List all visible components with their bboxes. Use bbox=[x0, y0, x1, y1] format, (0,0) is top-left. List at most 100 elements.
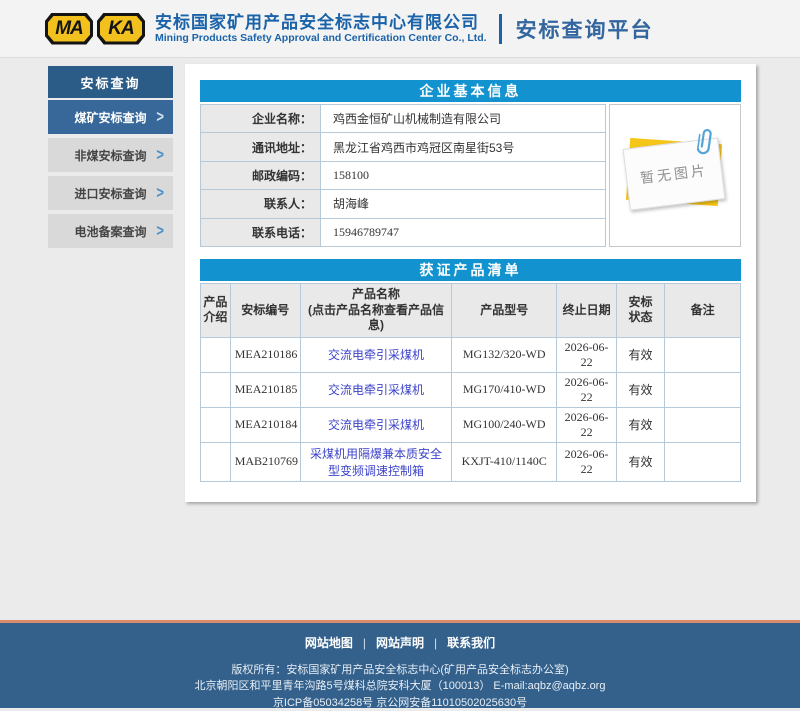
cell-name: 交流电牵引采煤机 bbox=[300, 407, 451, 442]
platform-title: 安标查询平台 bbox=[516, 14, 654, 44]
col-header-remark: 备注 bbox=[665, 284, 741, 338]
copyright-line1: 版权所有：安标国家矿用产品安全标志中心(矿用产品安全标志办公室) bbox=[0, 662, 800, 679]
product-name-link[interactable]: 采煤机用隔爆兼本质安全型变频调速控制箱 bbox=[310, 447, 442, 478]
table-row: 联系电话： 15946789747 bbox=[201, 218, 606, 246]
col-header-code: 安标编号 bbox=[230, 284, 300, 338]
col-header-line: 备注 bbox=[667, 303, 738, 319]
company-info-section-header: 企业基本信息 bbox=[200, 80, 741, 102]
company-photo-placeholder: 暂无图片 bbox=[609, 104, 741, 247]
cell-end-date: 2026-06-22 bbox=[557, 372, 616, 407]
cell-name: 采煤机用隔爆兼本质安全型变频调速控制箱 bbox=[300, 442, 451, 481]
contact-phone-value: 15946789747 bbox=[321, 218, 606, 246]
contact-person-value: 胡海峰 bbox=[321, 190, 606, 218]
sidebar-item-label: 电池备案查询 bbox=[74, 223, 146, 240]
logo-badge-ma-icon: MA bbox=[45, 13, 93, 45]
col-header-line: 产品型号 bbox=[454, 303, 554, 319]
products-section: 获证产品清单 产品 介绍 安标编号 产品名称 bbox=[200, 259, 741, 482]
cell-end-date: 2026-06-22 bbox=[557, 337, 616, 372]
col-header-line: 介绍 bbox=[203, 310, 228, 326]
table-row: MEA210186 交流电牵引采煤机 MG132/320-WD 2026-06-… bbox=[201, 337, 741, 372]
postal-code-value: 158100 bbox=[321, 161, 606, 189]
product-name-link[interactable]: 交流电牵引采煤机 bbox=[328, 348, 424, 362]
sidebar-item-battery-query[interactable]: 电池备案查询 > bbox=[48, 214, 173, 248]
org-name-cn: 安标国家矿用产品安全标志中心有限公司 bbox=[155, 13, 487, 33]
copyright-line3: 京ICP备05034258号 京公网安备11010502025630号 bbox=[0, 695, 800, 711]
table-row: 企业名称： 鸡西金恒矿山机械制造有限公司 bbox=[201, 105, 606, 133]
table-row: MAB210769 采煤机用隔爆兼本质安全型变频调速控制箱 KXJT-410/1… bbox=[201, 442, 741, 481]
table-row: 通讯地址： 黑龙江省鸡西市鸡冠区南星街53号 bbox=[201, 133, 606, 161]
main-panel: 企业基本信息 企业名称： 鸡西金恒矿山机械制造有限公司 通讯地址： 黑龙江省鸡西… bbox=[185, 64, 756, 502]
chevron-right-icon: > bbox=[156, 145, 164, 164]
cell-model: MG132/320-WD bbox=[452, 337, 557, 372]
product-name-link[interactable]: 交流电牵引采煤机 bbox=[328, 418, 424, 432]
col-header-model: 产品型号 bbox=[452, 284, 557, 338]
sidebar-item-coal-query[interactable]: 煤矿安标查询 > bbox=[48, 100, 173, 134]
company-address-label: 通讯地址： bbox=[201, 133, 321, 161]
sidebar-item-import-query[interactable]: 进口安标查询 > bbox=[48, 176, 173, 210]
company-info-table: 企业名称： 鸡西金恒矿山机械制造有限公司 通讯地址： 黑龙江省鸡西市鸡冠区南星街… bbox=[200, 104, 606, 247]
company-name-label: 企业名称： bbox=[201, 105, 321, 133]
org-name-en: Mining Products Safety Approval and Cert… bbox=[155, 32, 487, 44]
footer-link-contact[interactable]: 联系我们 bbox=[447, 636, 495, 650]
col-header-enddate: 终止日期 bbox=[557, 284, 616, 338]
no-image-card-stack: 暂无图片 bbox=[626, 141, 724, 207]
footer-link-sitemap[interactable]: 网站地图 bbox=[305, 636, 353, 650]
cell-name: 交流电牵引采煤机 bbox=[300, 372, 451, 407]
cell-status: 有效 bbox=[616, 442, 665, 481]
footer-links: 网站地图|网站声明|联系我们 bbox=[0, 634, 800, 651]
no-image-text: 暂无图片 bbox=[639, 160, 709, 188]
cell-intro bbox=[201, 337, 231, 372]
sidebar: 安标查询 煤矿安标查询 > 非煤安标查询 > 进口安标查询 > 电池备案查询 > bbox=[48, 66, 173, 252]
cell-status: 有效 bbox=[616, 407, 665, 442]
products-section-header: 获证产品清单 bbox=[200, 259, 741, 281]
copyright-line2: 北京朝阳区和平里青年沟路5号煤科总院安科大厦（100013） E-mail:aq… bbox=[0, 678, 800, 695]
col-header-line: (点击产品名称查看产品信息) bbox=[303, 303, 449, 334]
cell-remark bbox=[665, 372, 741, 407]
chevron-right-icon: > bbox=[156, 183, 164, 202]
content-area: 安标查询 煤矿安标查询 > 非煤安标查询 > 进口安标查询 > 电池备案查询 >… bbox=[0, 58, 800, 502]
sidebar-item-label: 煤矿安标查询 bbox=[74, 109, 146, 126]
products-table: 产品 介绍 安标编号 产品名称 (点击产品名称查看产品信息) 产品型号 bbox=[200, 283, 741, 482]
cell-remark bbox=[665, 407, 741, 442]
cell-model: MG100/240-WD bbox=[452, 407, 557, 442]
cell-status: 有效 bbox=[616, 372, 665, 407]
company-info-body: 企业名称： 鸡西金恒矿山机械制造有限公司 通讯地址： 黑龙江省鸡西市鸡冠区南星街… bbox=[200, 104, 741, 247]
footer-separator: | bbox=[363, 636, 366, 650]
col-header-status: 安标 状态 bbox=[616, 284, 665, 338]
cell-end-date: 2026-06-22 bbox=[557, 442, 616, 481]
header-bar: MA KA 安标国家矿用产品安全标志中心有限公司 Mining Products… bbox=[0, 0, 800, 58]
col-header-line: 安标 bbox=[619, 295, 663, 311]
cell-intro bbox=[201, 442, 231, 481]
products-header-row: 产品 介绍 安标编号 产品名称 (点击产品名称查看产品信息) 产品型号 bbox=[201, 284, 741, 338]
cell-intro bbox=[201, 407, 231, 442]
product-name-link[interactable]: 交流电牵引采煤机 bbox=[328, 383, 424, 397]
maka-logo: MA KA bbox=[45, 13, 145, 45]
col-header-intro: 产品 介绍 bbox=[201, 284, 231, 338]
sidebar-item-label: 非煤安标查询 bbox=[74, 147, 146, 164]
cell-remark bbox=[665, 337, 741, 372]
title-divider bbox=[499, 14, 502, 44]
logo-badge-ka-text: KA bbox=[100, 16, 142, 42]
table-row: 邮政编码： 158100 bbox=[201, 161, 606, 189]
table-row: 联系人： 胡海峰 bbox=[201, 190, 606, 218]
company-address-value: 黑龙江省鸡西市鸡冠区南星街53号 bbox=[321, 133, 606, 161]
cell-code: MAB210769 bbox=[230, 442, 300, 481]
sidebar-title: 安标查询 bbox=[48, 66, 173, 98]
cell-code: MEA210184 bbox=[230, 407, 300, 442]
footer-copyright: 版权所有：安标国家矿用产品安全标志中心(矿用产品安全标志办公室) 北京朝阳区和平… bbox=[0, 662, 800, 711]
footer-link-statement[interactable]: 网站声明 bbox=[376, 636, 424, 650]
footer: 网站地图|网站声明|联系我们 版权所有：安标国家矿用产品安全标志中心(矿用产品安… bbox=[0, 620, 800, 708]
logo-badge-ka-icon: KA bbox=[97, 13, 145, 45]
cell-end-date: 2026-06-22 bbox=[557, 407, 616, 442]
cell-model: KXJT-410/1140C bbox=[452, 442, 557, 481]
org-titles: 安标国家矿用产品安全标志中心有限公司 Mining Products Safet… bbox=[155, 13, 487, 45]
sidebar-item-noncoal-query[interactable]: 非煤安标查询 > bbox=[48, 138, 173, 172]
contact-phone-label: 联系电话： bbox=[201, 218, 321, 246]
sidebar-item-label: 进口安标查询 bbox=[74, 185, 146, 202]
col-header-line: 安标编号 bbox=[233, 303, 298, 319]
cell-code: MEA210186 bbox=[230, 337, 300, 372]
postal-code-label: 邮政编码： bbox=[201, 161, 321, 189]
contact-person-label: 联系人： bbox=[201, 190, 321, 218]
cell-status: 有效 bbox=[616, 337, 665, 372]
chevron-right-icon: > bbox=[156, 221, 164, 240]
